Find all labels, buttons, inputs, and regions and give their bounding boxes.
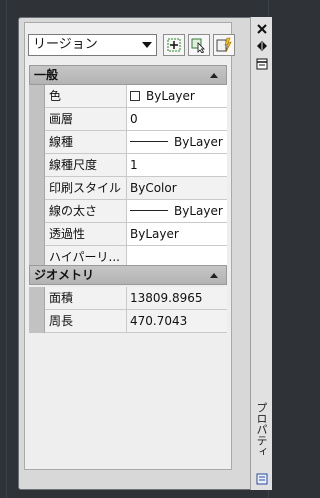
property-value[interactable]: ByLayer <box>127 85 227 108</box>
row-gutter <box>29 223 45 246</box>
property-row-transparency[interactable]: 透過性 ByLayer <box>29 223 227 246</box>
section-header-geometry[interactable]: ジオメトリ <box>29 265 227 285</box>
property-name: 透過性 <box>45 223 127 246</box>
property-value[interactable]: ByLayer <box>127 223 227 246</box>
row-gutter <box>29 154 45 177</box>
close-icon[interactable] <box>255 22 269 36</box>
row-gutter <box>29 287 45 310</box>
collapse-arrow-icon[interactable] <box>210 73 218 78</box>
select-objects-icon <box>191 38 205 53</box>
object-type-select[interactable]: リージョン <box>28 34 157 56</box>
property-row-lineweight[interactable]: 線の太さ ByLayer <box>29 200 227 223</box>
auto-hide-icon[interactable] <box>255 39 269 53</box>
toggle-pickadd-button[interactable] <box>163 34 185 56</box>
row-gutter <box>29 177 45 200</box>
toggle-pickadd-icon <box>167 38 181 52</box>
quick-select-icon <box>216 37 232 53</box>
property-row-linetype-scale[interactable]: 線種尺度 1 <box>29 154 227 177</box>
property-name: 線種 <box>45 131 127 154</box>
row-gutter <box>29 200 45 223</box>
property-value-text: ByLayer <box>174 135 223 149</box>
palette-title: プロパティ <box>255 402 268 457</box>
row-gutter <box>29 310 45 333</box>
property-row-linetype[interactable]: 線種 ByLayer <box>29 131 227 154</box>
section-title: ジオメトリ <box>34 268 95 282</box>
row-gutter <box>29 108 45 131</box>
property-name: 画層 <box>45 108 127 131</box>
property-row-area[interactable]: 面積 13809.8965 <box>29 287 227 310</box>
property-name: 色 <box>45 85 127 108</box>
property-value[interactable]: ByLayer <box>127 131 227 154</box>
property-value-text: ByLayer <box>146 89 195 103</box>
lineweight-sample-icon <box>130 210 168 211</box>
property-value[interactable]: 0 <box>127 108 227 131</box>
collapse-arrow-icon[interactable] <box>210 273 218 278</box>
property-name: 印刷スタイル <box>45 177 127 200</box>
property-value-text: ByLayer <box>174 204 223 218</box>
property-value: 470.7043 <box>127 310 227 333</box>
backdrop-gridline <box>6 0 7 498</box>
property-value: ByColor <box>127 177 227 200</box>
palette-title-icon <box>256 473 268 485</box>
property-value[interactable]: ByLayer <box>127 200 227 223</box>
property-row-layer[interactable]: 画層 0 <box>29 108 227 131</box>
property-name: 線種尺度 <box>45 154 127 177</box>
property-name: 周長 <box>45 310 127 333</box>
property-name: 線の太さ <box>45 200 127 223</box>
property-row-plot-style[interactable]: 印刷スタイル ByColor <box>29 177 227 200</box>
property-value[interactable]: 1 <box>127 154 227 177</box>
property-name: 面積 <box>45 287 127 310</box>
section-title: 一般 <box>34 68 59 82</box>
linetype-sample-icon <box>130 141 168 142</box>
properties-menu-icon[interactable] <box>255 57 269 71</box>
row-gutter <box>29 131 45 154</box>
object-type-select-value: リージョン <box>33 37 98 52</box>
select-objects-button[interactable] <box>188 34 210 56</box>
chevron-down-icon[interactable] <box>142 42 152 48</box>
color-swatch-icon <box>130 91 140 101</box>
property-value: 13809.8965 <box>127 287 227 310</box>
property-row-perimeter[interactable]: 周長 470.7043 <box>29 310 227 333</box>
quick-select-button[interactable] <box>213 34 235 56</box>
row-gutter <box>29 85 45 108</box>
palette-toolbar: リージョン <box>28 34 240 58</box>
property-row-color[interactable]: 色 ByLayer <box>29 85 227 108</box>
section-header-general[interactable]: 一般 <box>29 65 227 85</box>
